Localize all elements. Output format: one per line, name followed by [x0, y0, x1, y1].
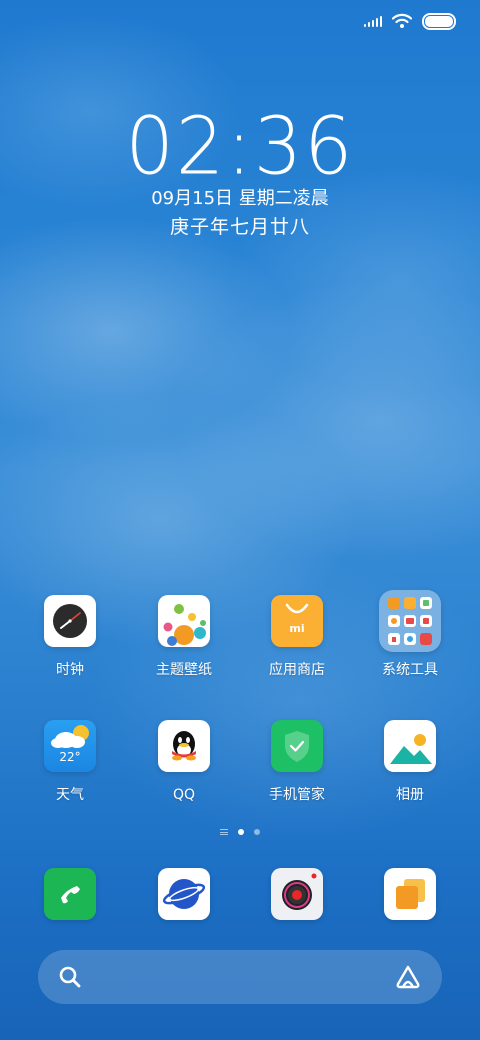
- search-icon[interactable]: [58, 965, 82, 989]
- app-label: 应用商店: [269, 662, 325, 678]
- app-clock[interactable]: 时钟: [15, 595, 125, 678]
- app-qq[interactable]: QQ: [129, 720, 239, 803]
- search-bar[interactable]: [38, 950, 442, 1004]
- app-security[interactable]: 手机管家: [242, 720, 352, 803]
- app-label: 相册: [396, 787, 424, 803]
- multitask-icon: [384, 868, 436, 920]
- dock-phone[interactable]: [15, 868, 125, 920]
- app-gallery[interactable]: 相册: [355, 720, 465, 803]
- security-icon: [271, 720, 323, 772]
- app-weather[interactable]: 22° 天气: [15, 720, 125, 803]
- signal-bars-icon: [364, 15, 382, 27]
- app-themes[interactable]: 主题壁纸: [129, 595, 239, 678]
- assistant-icon[interactable]: [394, 964, 422, 990]
- lockscreen-time: 02:36: [125, 98, 355, 193]
- phone-icon: [44, 868, 96, 920]
- page-list-icon[interactable]: [220, 829, 228, 835]
- clock-icon: [44, 595, 96, 647]
- app-label: 主题壁纸: [156, 662, 212, 678]
- app-label: 手机管家: [269, 787, 325, 803]
- app-label: 时钟: [56, 662, 84, 678]
- dock-camera[interactable]: [242, 868, 352, 920]
- gallery-icon: [384, 720, 436, 772]
- lockscreen-date: 09月15日 星期二凌晨: [151, 188, 329, 209]
- svg-text:mi: mi: [289, 622, 304, 635]
- app-folder-system-tools[interactable]: 系统工具: [355, 590, 465, 678]
- browser-icon: [158, 868, 210, 920]
- folder-icon: [379, 590, 441, 652]
- app-store-icon: mi: [271, 595, 323, 647]
- wifi-icon: [392, 13, 412, 28]
- dock-multitask[interactable]: [355, 868, 465, 920]
- qq-icon: [158, 720, 210, 772]
- page-dot-active[interactable]: [238, 829, 244, 835]
- app-label: QQ: [172, 787, 196, 803]
- weather-temperature: 22°: [59, 750, 81, 764]
- themes-icon: [158, 595, 210, 647]
- battery-icon: [422, 12, 456, 30]
- app-label: 系统工具: [382, 662, 438, 678]
- weather-icon: 22°: [44, 720, 96, 772]
- camera-icon: [271, 868, 323, 920]
- app-app-store[interactable]: mi 应用商店: [242, 595, 352, 678]
- app-label: 天气: [56, 787, 84, 803]
- page-indicator: [0, 829, 480, 835]
- status-bar: [364, 10, 456, 32]
- page-dot[interactable]: [254, 829, 260, 835]
- dock-browser[interactable]: [129, 868, 239, 920]
- lockscreen-lunar-date: 庚子年七月廿八: [169, 216, 310, 238]
